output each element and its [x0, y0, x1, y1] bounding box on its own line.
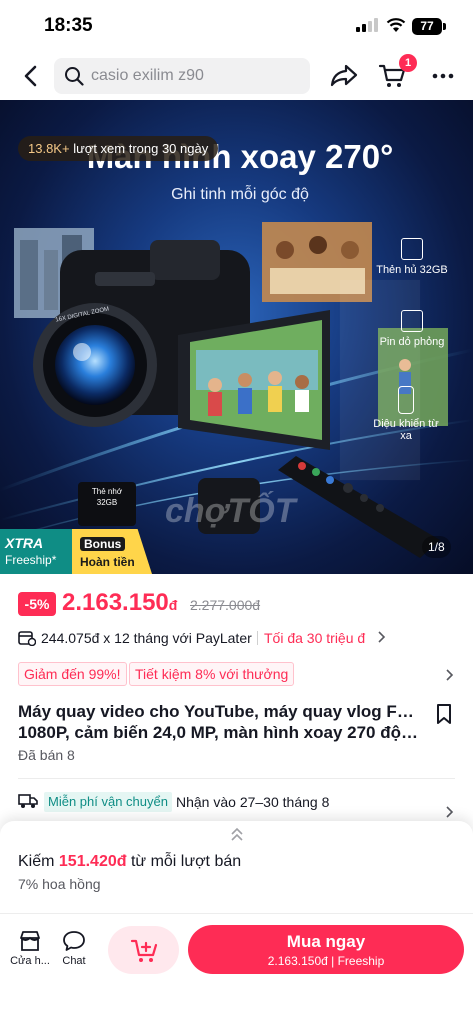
xtra-title: XTRA	[5, 535, 44, 551]
sd-card-label: Thẻ nhớ 32GB	[84, 486, 130, 508]
store-icon	[20, 931, 40, 951]
product-detail-page: 18:35 77 casio exilim z90 1 Màn hình xoa…	[0, 0, 473, 1024]
feature-label: Pin dỏ phỏng	[379, 336, 445, 348]
views-count: 13.8K+	[28, 141, 70, 156]
top-nav-bar: casio exilim z90 1	[0, 52, 473, 100]
discount-badge: -5%	[18, 592, 56, 616]
paylater-limit: Tối đa 30 triệu đ	[264, 630, 366, 646]
search-icon	[65, 67, 84, 86]
chevron-right-icon	[378, 631, 386, 643]
promo-row[interactable]: Giảm đến 99%! Tiết kiệm 8% với thưởng	[18, 662, 458, 688]
battery-icon	[401, 310, 423, 332]
paylater-text: 244.075đ x 12 tháng với PayLater	[41, 630, 252, 646]
buy-now-button[interactable]: Mua ngay 2.163.150đ | Freeship	[188, 925, 464, 974]
sd-card-icon	[401, 238, 423, 260]
bottom-action-bar: Cửa h... Chat Mua ngay 2.163.150đ | Free…	[0, 913, 473, 1024]
battery-tip	[443, 23, 446, 30]
chat-icon	[63, 931, 85, 951]
chat-button[interactable]: Chat	[52, 930, 96, 967]
store-label: Cửa h...	[10, 955, 50, 967]
commission-rate: 7% hoa hồng	[18, 876, 101, 892]
current-price: 2.163.150đ	[62, 589, 177, 617]
currency-symbol: đ	[168, 597, 178, 613]
back-arrow-icon[interactable]	[20, 64, 42, 88]
bookmark-icon[interactable]	[435, 703, 453, 725]
product-title: Máy quay video cho YouTube, máy quay vlo…	[18, 701, 418, 743]
remote-icon	[398, 386, 414, 414]
sd-card-label-1: Thẻ nhớ	[91, 487, 123, 496]
signal-icon	[356, 18, 378, 32]
sold-count: Đã bán 8	[18, 747, 75, 763]
commission-earning: Kiếm 151.420đ từ mỗi lượt bán	[18, 853, 241, 871]
xtra-subtitle: Freeship*	[5, 553, 57, 567]
hero-subheadline: Ghi tinh mỗi góc độ	[171, 186, 309, 203]
chevron-right-icon	[446, 806, 454, 818]
buy-now-price: 2.163.150đ | Freeship	[267, 954, 385, 968]
feature-label: Thẻn hủ 32GB	[376, 264, 448, 276]
views-label: lượt xem trong 30 ngày	[73, 141, 209, 156]
original-price: 2.277.000đ	[190, 597, 261, 613]
buy-now-label: Mua ngay	[286, 932, 366, 951]
feature-storage: Thẻn hủ 32GB	[372, 238, 452, 276]
views-count-pill: 13.8K+ lượt xem trong 30 ngày	[18, 136, 219, 161]
chevron-up-icon[interactable]	[229, 827, 245, 843]
chat-label: Chat	[62, 955, 86, 967]
feature-label: Diệu khiển từ xa	[373, 418, 439, 442]
status-time: 18:35	[44, 15, 93, 36]
feature-battery: Pin dỏ phỏng	[372, 310, 452, 348]
more-options-icon[interactable]	[431, 64, 455, 88]
chevron-right-icon	[446, 669, 454, 681]
paylater-row[interactable]: 244.075đ x 12 tháng với PayLater Tối đa …	[18, 628, 458, 650]
bonus-title: Bonus	[80, 537, 126, 551]
product-title-line-1: Máy quay video cho YouTube, máy quay vlo…	[18, 702, 418, 721]
sd-card-label-2: 32GB	[96, 498, 118, 507]
bonus-subtitle: Hoàn tiền	[80, 555, 135, 569]
share-icon[interactable]	[330, 63, 358, 87]
promo-tag-discount[interactable]: Giảm đến 99%!	[18, 662, 127, 686]
cart-count-badge: 1	[399, 54, 417, 72]
commission-panel[interactable]: Kiếm 151.420đ từ mỗi lượt bán 7% hoa hồn…	[0, 821, 473, 913]
current-price-value: 2.163.150	[62, 589, 169, 616]
search-input[interactable]: casio exilim z90	[54, 58, 310, 94]
image-page-indicator: 1/8	[422, 536, 451, 558]
shipping-row[interactable]: Miễn phí vận chuyển Nhận vào 27–30 tháng…	[18, 792, 458, 818]
delivery-truck-icon	[18, 794, 38, 808]
installment-icon	[18, 631, 36, 646]
search-query-text: casio exilim z90	[91, 67, 204, 84]
delivery-estimate: Nhận vào 27–30 tháng 8	[176, 794, 330, 810]
xtra-freeship-badge: XTRA Freeship*	[0, 529, 72, 574]
feature-remote: Diệu khiển từ xa	[366, 386, 446, 442]
commission-amount: 151.420đ	[58, 853, 127, 870]
section-divider	[18, 778, 455, 779]
free-shipping-tag: Miễn phí vận chuyển	[44, 792, 172, 812]
promo-tag-savings[interactable]: Tiết kiệm 8% với thưởng	[129, 662, 295, 686]
commission-prefix: Kiếm	[18, 853, 55, 870]
status-bar: 18:35 77	[0, 0, 473, 52]
product-title-line-2: 1080P, cảm biến 24,0 MP, màn hình xoay 2…	[18, 723, 418, 742]
store-button[interactable]: Cửa h...	[8, 930, 52, 967]
commission-suffix: từ mỗi lượt bán	[130, 853, 242, 870]
add-to-cart-button[interactable]	[108, 926, 179, 974]
product-image-carousel[interactable]: Màn hình xoay 270° Ghi tinh mỗi góc độ 1…	[0, 100, 473, 574]
battery-indicator: 77	[412, 18, 442, 35]
watermark-logo: chợTỐT	[165, 492, 296, 530]
paylater-separator	[257, 631, 258, 645]
add-to-cart-icon	[130, 939, 158, 962]
wifi-icon	[386, 18, 406, 32]
